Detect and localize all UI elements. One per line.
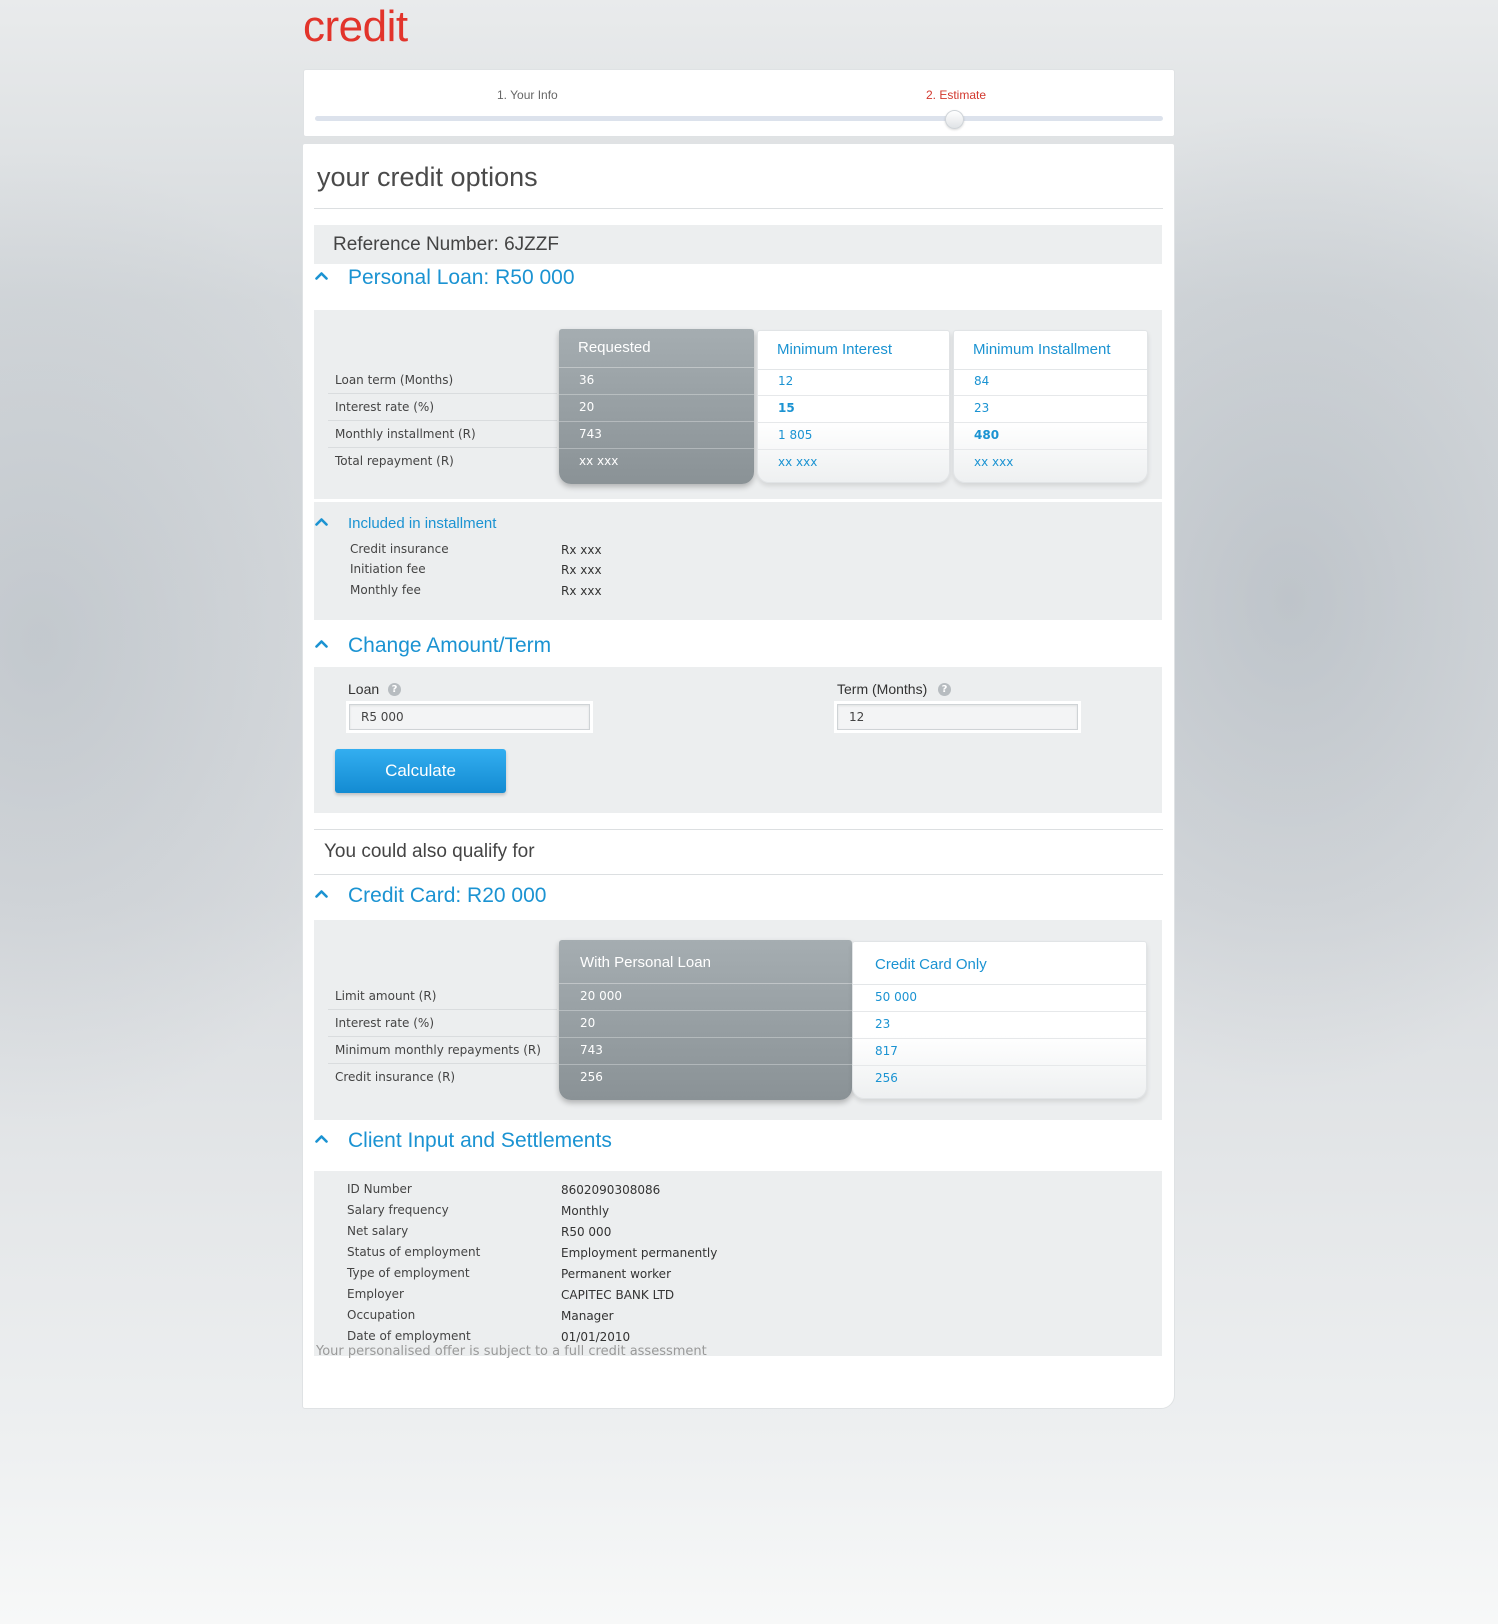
client-input-title: Client Input and Settlements	[348, 1129, 612, 1152]
cell: 23	[954, 395, 1147, 423]
row-label: Credit insurance (R)	[335, 1070, 456, 1084]
cell: 50 000	[853, 984, 1146, 1012]
chevron-up-icon[interactable]	[315, 889, 328, 901]
progress-steps: 1. Your Info 2. Estimate	[303, 69, 1175, 137]
cell: xx xxx	[778, 455, 818, 469]
client-value: CAPITEC BANK LTD	[561, 1288, 675, 1302]
cell: 20	[559, 394, 754, 422]
term-input[interactable]: 12	[837, 704, 1078, 730]
progress-knob	[945, 110, 964, 129]
cell: 1 805	[758, 422, 949, 450]
brand-logo: credit	[303, 2, 408, 51]
column-header: Minimum Interest	[758, 331, 949, 370]
cell: 256	[875, 1071, 898, 1085]
cell: 817	[853, 1038, 1146, 1066]
column-header: Requested	[559, 329, 754, 368]
client-value: Manager	[561, 1309, 614, 1323]
client-input-panel: ID Number 8602090308086 Salary frequency…	[314, 1171, 1162, 1356]
cell: 20 000	[559, 983, 852, 1011]
divider	[314, 874, 1163, 875]
included-value: Rx xxx	[561, 543, 602, 557]
included-value: Rx xxx	[561, 563, 602, 577]
row-label: Monthly installment (R)	[328, 421, 557, 448]
help-icon[interactable]: ?	[388, 683, 401, 696]
step-your-info[interactable]: 1. Your Info	[497, 88, 558, 102]
divider	[314, 829, 1163, 830]
row-label: Minimum monthly repayments (R)	[328, 1037, 557, 1064]
reference-number: Reference Number: 6JZZF	[333, 234, 559, 255]
cell: 480	[954, 422, 1147, 450]
cell: xx xxx	[974, 455, 1014, 469]
progress-track	[315, 116, 1163, 121]
loan-label: Loan	[348, 681, 380, 697]
cell: 743	[559, 421, 754, 449]
client-label: Net salary	[347, 1224, 409, 1238]
cell: xx xxx	[579, 454, 619, 468]
client-value: Permanent worker	[561, 1267, 671, 1281]
client-label: Employer	[347, 1287, 404, 1301]
column-credit-card-only[interactable]: Credit Card Only 50 000 23 817 256	[852, 941, 1147, 1099]
included-label: Credit insurance	[350, 542, 449, 556]
row-label: Total repayment (R)	[335, 454, 454, 468]
client-value: 8602090308086	[561, 1183, 661, 1197]
loan-input[interactable]: R5 000	[349, 704, 590, 730]
column-with-personal-loan[interactable]: With Personal Loan 20 000 20 743 256	[559, 940, 852, 1100]
client-label: Salary frequency	[347, 1203, 449, 1217]
cell: 15	[758, 395, 949, 423]
column-minimum-interest[interactable]: Minimum Interest 12 15 1 805 xx xxx	[757, 330, 950, 483]
cell: 743	[559, 1037, 852, 1065]
included-value: Rx xxx	[561, 584, 602, 598]
calculate-button[interactable]: Calculate	[335, 749, 506, 793]
step-estimate[interactable]: 2. Estimate	[926, 88, 986, 102]
cell: 12	[758, 368, 949, 396]
credit-options-card: your credit options Reference Number: 6J…	[302, 143, 1175, 1409]
column-header: With Personal Loan	[559, 940, 852, 984]
client-value: R50 000	[561, 1225, 612, 1239]
client-label: ID Number	[347, 1182, 412, 1196]
divider	[314, 208, 1163, 209]
row-label: Loan term (Months)	[328, 367, 557, 394]
client-value: Monthly	[561, 1204, 610, 1218]
cell: 36	[559, 367, 754, 395]
qualify-heading: You could also qualify for	[324, 841, 535, 862]
change-amount-panel: Loan ? R5 000 Term (Months) ? 12 Calcula…	[314, 667, 1162, 813]
cell: 20	[559, 1010, 852, 1038]
row-label: Limit amount (R)	[328, 983, 557, 1010]
term-label: Term (Months)	[837, 681, 928, 697]
chevron-up-icon[interactable]	[315, 271, 328, 283]
change-amount-title: Change Amount/Term	[348, 634, 552, 657]
help-icon[interactable]: ?	[938, 683, 951, 696]
included-label: Initiation fee	[350, 562, 426, 576]
client-label: Status of employment	[347, 1245, 481, 1259]
column-header: Minimum Installment	[954, 331, 1147, 370]
cell: 23	[853, 1011, 1146, 1039]
client-label: Type of employment	[347, 1266, 470, 1280]
column-requested[interactable]: Requested 36 20 743 xx xxx	[559, 329, 754, 484]
included-title: Included in installment	[348, 515, 497, 532]
personal-loan-title: Personal Loan: R50 000	[348, 266, 575, 289]
row-label: Interest rate (%)	[328, 1010, 557, 1037]
client-label: Occupation	[347, 1308, 416, 1322]
chevron-up-icon[interactable]	[315, 517, 328, 529]
cell: 84	[954, 368, 1147, 396]
chevron-up-icon[interactable]	[315, 639, 328, 651]
row-label: Interest rate (%)	[328, 394, 557, 421]
column-minimum-installment[interactable]: Minimum Installment 84 23 480 xx xxx	[953, 330, 1148, 483]
column-header: Credit Card Only	[853, 942, 1146, 985]
personal-loan-panel: Loan term (Months) Interest rate (%) Mon…	[314, 310, 1162, 499]
included-label: Monthly fee	[350, 583, 421, 597]
credit-card-panel: Limit amount (R) Interest rate (%) Minim…	[314, 920, 1162, 1120]
disclaimer: Your personalised offer is subject to a …	[316, 1344, 707, 1359]
page-title: your credit options	[317, 162, 538, 192]
cell: 256	[580, 1070, 603, 1084]
client-value: 01/01/2010	[561, 1330, 631, 1344]
client-label: Date of employment	[347, 1329, 471, 1343]
reference-bar: Reference Number: 6JZZF	[314, 225, 1162, 264]
client-value: Employment permanently	[561, 1246, 718, 1260]
chevron-up-icon[interactable]	[315, 1134, 328, 1146]
credit-card-title: Credit Card: R20 000	[348, 884, 547, 907]
included-panel: Included in installment Credit insurance…	[314, 502, 1162, 620]
